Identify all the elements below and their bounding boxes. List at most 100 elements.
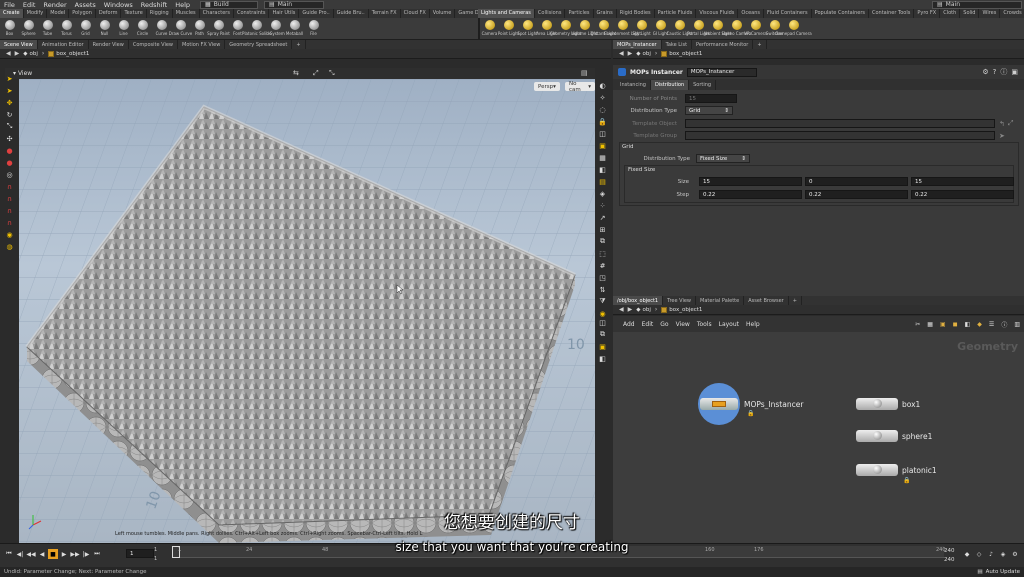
net-shape-icon[interactable]: ◆ bbox=[977, 321, 982, 328]
rotate-icon[interactable]: ↻ bbox=[4, 109, 15, 120]
tab-mops-instancer[interactable]: MOPs_Instancer bbox=[613, 40, 662, 49]
link-icon[interactable]: ⤢ bbox=[313, 69, 319, 78]
filter-icon[interactable]: ⧩ bbox=[597, 296, 608, 307]
desktop-select[interactable]: ▦ Build bbox=[200, 0, 259, 9]
step-x-field[interactable]: 0.22 bbox=[699, 190, 802, 199]
shelf-tab-right-1[interactable]: Collisions bbox=[535, 9, 566, 18]
shelf-tab-2[interactable]: Model bbox=[47, 9, 70, 18]
param-path-obj[interactable]: ◆ obj bbox=[636, 51, 651, 57]
gear-icon[interactable]: ⚙ bbox=[982, 68, 988, 76]
shelf-tool-16[interactable]: File bbox=[304, 18, 323, 39]
shelf-tool-2[interactable]: Tube bbox=[38, 18, 57, 39]
orbit-icon[interactable]: ◉ bbox=[4, 229, 15, 240]
snap-icon[interactable]: ∩ bbox=[4, 181, 15, 192]
step-y-field[interactable]: 0.22 bbox=[805, 190, 908, 199]
bg-icon[interactable]: ▤ bbox=[597, 176, 608, 187]
net-info-icon[interactable]: ⓘ bbox=[1001, 320, 1007, 329]
lock-icon[interactable]: 🔒 bbox=[597, 116, 608, 127]
shelf-tab-11[interactable]: Guide Pro.. bbox=[299, 9, 334, 18]
shelf-tab-4[interactable]: Deform bbox=[96, 9, 122, 18]
node-mops-instancer[interactable]: MOPs_Instancer bbox=[698, 383, 803, 425]
add-param-tab-icon[interactable]: + bbox=[753, 40, 767, 49]
lights-icon[interactable]: ✧ bbox=[597, 92, 608, 103]
param-back-icon[interactable]: ◀ bbox=[619, 50, 624, 57]
scale-icon[interactable]: ⤡ bbox=[4, 121, 15, 132]
path-obj[interactable]: ◆ obj bbox=[23, 51, 38, 57]
menu-help[interactable]: Help bbox=[171, 1, 194, 9]
net-path-box[interactable]: box_object1 bbox=[661, 306, 702, 313]
subtab-distribution[interactable]: Distribution bbox=[650, 80, 690, 90]
net-tool-4-icon[interactable]: ◧ bbox=[597, 353, 608, 364]
shelf-tool-6[interactable]: Line bbox=[114, 18, 133, 39]
pin-icon[interactable]: ⇆ bbox=[293, 69, 299, 77]
shelf-tab-7[interactable]: Muscles bbox=[173, 9, 200, 18]
uv-icon[interactable]: ⊞ bbox=[597, 224, 608, 235]
camera-icon[interactable]: ◫ bbox=[597, 128, 608, 139]
shelf-tool-15[interactable]: Metaball bbox=[285, 18, 304, 39]
tab-render-view[interactable]: Render View bbox=[89, 40, 129, 49]
step-z-field[interactable]: 0.22 bbox=[911, 190, 1014, 199]
shelf-tool-1[interactable]: Sphere bbox=[19, 18, 38, 39]
vis-icon[interactable]: ◈ bbox=[597, 188, 608, 199]
tab-asset-browser[interactable]: Asset Browser bbox=[744, 296, 789, 305]
shelf-tab-right-11[interactable]: Pyro FX bbox=[914, 9, 941, 18]
select-alt-icon[interactable]: ➤ bbox=[4, 85, 15, 96]
shelf-tab-right-14[interactable]: Wires bbox=[979, 9, 1001, 18]
shelf-tool-14[interactable]: L-System bbox=[266, 18, 285, 39]
auto-update-menu[interactable]: ▤ Auto Update bbox=[977, 569, 1020, 575]
size-z-field[interactable]: 15 bbox=[911, 177, 1014, 186]
scene-viewport[interactable]: 10 10 Persp ▾ No cam ▾ Left mouse tumble… bbox=[19, 79, 595, 543]
shelf-tool-right-13[interactable]: Stereo Camera bbox=[722, 18, 752, 39]
add-tab-icon[interactable]: + bbox=[292, 40, 306, 49]
shelf-tab-6[interactable]: Rigging bbox=[147, 9, 173, 18]
net-menu-tools[interactable]: Tools bbox=[697, 321, 712, 328]
shelf-tab-right-3[interactable]: Grains bbox=[594, 9, 617, 18]
shelf-tab-14[interactable]: Cloud FX bbox=[401, 9, 430, 18]
shelf-tab-10[interactable]: Hair Utils bbox=[269, 9, 300, 18]
snap4-icon[interactable]: ∩ bbox=[4, 217, 15, 228]
shelf-tool-right-14[interactable]: VR Camera bbox=[744, 18, 767, 39]
shelf-tool-right-16[interactable]: Gamepad Camera bbox=[775, 18, 812, 39]
shelf-tool-right-0[interactable]: Camera bbox=[480, 18, 499, 39]
snap3-icon[interactable]: ∩ bbox=[4, 205, 15, 216]
size-y-field[interactable]: 0 bbox=[805, 177, 908, 186]
magnet-icon[interactable]: ● bbox=[4, 145, 15, 156]
shelf-tab-16[interactable]: Game Devel.. bbox=[455, 9, 478, 18]
camera-menu[interactable]: No cam ▾ bbox=[565, 81, 595, 93]
shelf-tool-5[interactable]: Null bbox=[95, 18, 114, 39]
net-split-icon[interactable]: ▥ bbox=[1014, 321, 1020, 328]
swap-icon[interactable]: ⤡ bbox=[329, 69, 335, 78]
tab-geometry-spreadsheet[interactable]: Geometry Spreadsheet bbox=[225, 40, 293, 49]
shelf-tab-right-10[interactable]: Container Tools bbox=[869, 9, 915, 18]
menu-edit[interactable]: Edit bbox=[19, 1, 40, 9]
subtab-sorting[interactable]: Sorting bbox=[689, 80, 717, 90]
help-icon[interactable]: ? bbox=[993, 68, 997, 76]
tab-animation-editor[interactable]: Animation Editor bbox=[38, 40, 89, 49]
shelf-tab-right-0[interactable]: Lights and Cameras bbox=[478, 9, 535, 18]
shelf-tab-right-2[interactable]: Particles bbox=[565, 9, 594, 18]
menu-render[interactable]: Render bbox=[39, 1, 70, 9]
shelf-tab-1[interactable]: Modify bbox=[24, 9, 48, 18]
size-x-field[interactable]: 15 bbox=[699, 177, 802, 186]
menu-file[interactable]: File bbox=[0, 1, 19, 9]
shelf-tool-13[interactable]: Platonic Solids bbox=[242, 18, 271, 39]
normals-icon[interactable]: ↗ bbox=[597, 212, 608, 223]
tab-performance-monitor[interactable]: Performance Monitor bbox=[692, 40, 754, 49]
split-icon[interactable]: ▤ bbox=[581, 69, 588, 77]
net-grid-icon[interactable]: ▦ bbox=[927, 321, 933, 328]
tab-motion-fx-view[interactable]: Motion FX View bbox=[178, 40, 226, 49]
net-menu-edit[interactable]: Edit bbox=[642, 321, 654, 328]
menu-assets[interactable]: Assets bbox=[71, 1, 100, 9]
menu-redshift[interactable]: Redshift bbox=[137, 1, 171, 9]
shelf-tab-right-15[interactable]: Crowds bbox=[1000, 9, 1024, 18]
tab-take-list[interactable]: Take List bbox=[662, 40, 693, 49]
node-box1[interactable]: box1 bbox=[856, 398, 920, 410]
net-tool-3-icon[interactable]: ▣ bbox=[597, 341, 608, 352]
net-menu-go[interactable]: Go bbox=[660, 321, 668, 328]
snapshot-icon[interactable]: ◳ bbox=[597, 272, 608, 283]
node-sphere1[interactable]: sphere1 bbox=[856, 430, 932, 442]
tab-material-palette[interactable]: Material Palette bbox=[696, 296, 745, 305]
light-icon[interactable]: ◍ bbox=[4, 241, 15, 252]
pin-param-icon[interactable]: ▣ bbox=[1011, 68, 1018, 76]
shelf-tool-right-2[interactable]: Spot Light bbox=[517, 18, 538, 39]
